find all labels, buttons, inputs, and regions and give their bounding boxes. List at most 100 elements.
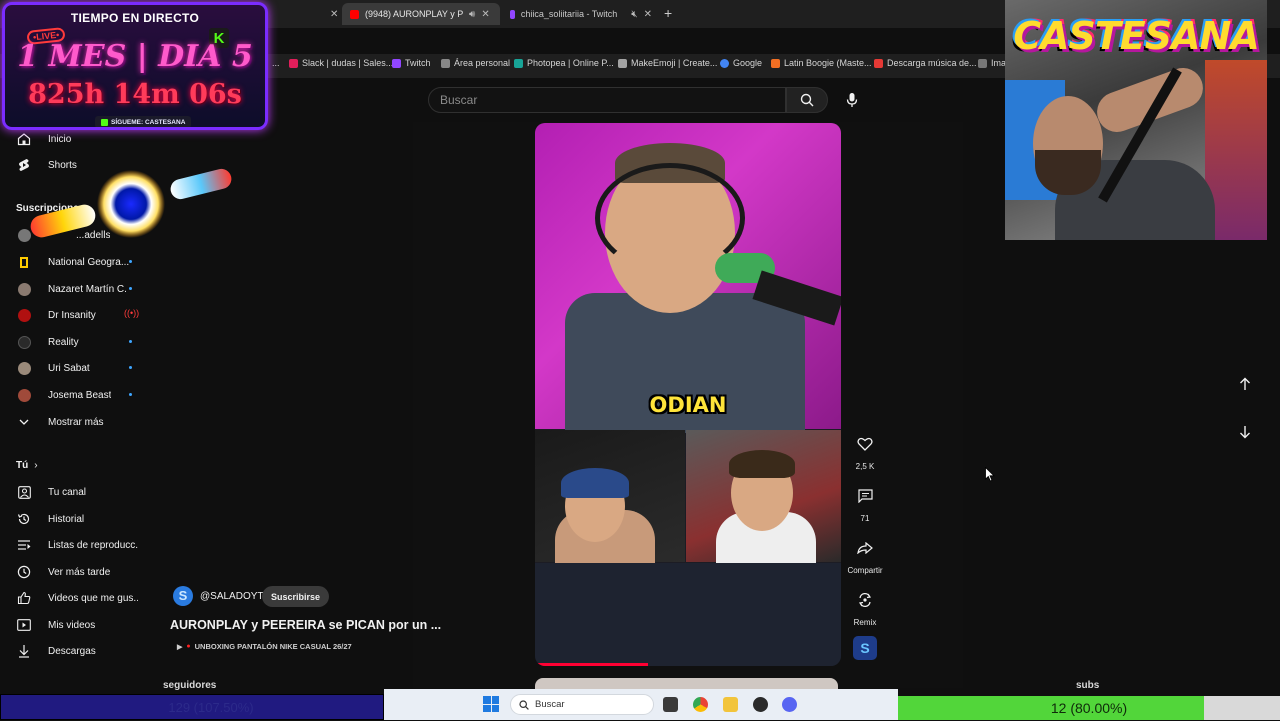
obs-icon[interactable]	[753, 697, 768, 712]
mute-icon[interactable]: 🔇︎	[631, 9, 637, 20]
download-music-icon	[874, 58, 883, 68]
sidebar-item-label: Tu canal	[48, 486, 86, 498]
tab-youtube[interactable]: (9948) AURONPLAY y PEERE 🔊︎ ✕	[342, 3, 500, 25]
like-action: 2,5 K	[846, 429, 884, 471]
discord-icon[interactable]	[782, 697, 797, 712]
avatar	[17, 282, 31, 296]
close-icon[interactable]: ✕	[644, 9, 652, 20]
chrome-icon[interactable]	[693, 697, 708, 712]
short-video-player[interactable]: ODIAN	[535, 123, 841, 666]
home-icon	[17, 132, 31, 146]
avatar	[17, 388, 31, 402]
sidebar-item-label: Descargas	[48, 645, 96, 657]
microphone-icon	[846, 93, 858, 107]
alert-spinner-graphic	[30, 168, 232, 238]
start-button[interactable]	[483, 696, 499, 712]
you-heading-label: Tú	[16, 460, 29, 471]
bookmark-twitch[interactable]: Twitch	[392, 58, 431, 68]
leaf-icon	[441, 58, 450, 68]
like-button[interactable]	[850, 429, 880, 459]
task-view-icon[interactable]	[663, 697, 678, 712]
sidebar-item-ver-mas-tarde[interactable]: Ver más tarde	[0, 560, 150, 584]
comments-button[interactable]	[850, 481, 880, 511]
close-icon[interactable]: ✕	[481, 9, 489, 20]
sidebar-item-national-geographic[interactable]: National Geogra...	[0, 250, 150, 274]
sidebar-item-historial[interactable]: Historial	[0, 507, 150, 531]
sidebar-item-reality[interactable]: Reality	[0, 330, 150, 354]
avatar	[17, 361, 31, 375]
arrow-down-icon	[1240, 426, 1250, 439]
sidebar-item-label: Mis videos	[48, 619, 96, 631]
search-icon	[519, 699, 529, 710]
taskbar-search[interactable]: Buscar	[510, 694, 654, 715]
speaker-icon[interactable]: 🔊︎	[469, 9, 475, 20]
bookmark-photopea[interactable]: Photopea | Online P...	[514, 58, 614, 68]
bookmark-descarga-musica[interactable]: Descarga música de...	[874, 58, 977, 68]
mouse-cursor-icon	[985, 467, 995, 482]
sidebar-item-nazaret[interactable]: Nazaret Martín C.	[0, 277, 150, 301]
new-content-dot	[129, 366, 132, 369]
playlist-label: UNBOXING PANTALÓN NIKE CASUAL 26/27	[194, 642, 352, 651]
voice-search-button[interactable]	[840, 87, 864, 113]
comment-count: 71	[860, 514, 870, 523]
subscribe-button[interactable]: Suscribirse	[262, 586, 330, 607]
you-heading[interactable]: Tú ›	[16, 460, 38, 471]
bookmark-label: Twitch	[405, 58, 431, 68]
bookmark-overflow[interactable]: ...	[272, 58, 280, 68]
heart-icon	[857, 437, 873, 451]
tab-twitch[interactable]: chiica_soliitariia - Twitch 🔇︎ ✕	[502, 3, 660, 25]
sidebar-item-show-more[interactable]: Mostrar más	[0, 410, 150, 434]
sidebar-item-listas[interactable]: Listas de reproducc...	[0, 533, 150, 557]
followers-goal-text: 129 (107.50%)	[168, 700, 254, 715]
sidebar-item-descargas[interactable]: Descargas	[0, 639, 150, 663]
share-button[interactable]	[850, 533, 880, 563]
sidebar-item-label: Mostrar más	[48, 416, 104, 428]
search-input[interactable]	[429, 88, 785, 112]
sidebar-item-videos-me-gustan[interactable]: Videos que me gus...	[0, 586, 150, 610]
sidebar-item-inicio[interactable]: Inicio	[0, 127, 150, 151]
previous-short-button[interactable]	[1233, 372, 1257, 396]
music-icon	[771, 58, 780, 68]
avatar	[17, 308, 31, 322]
short-title[interactable]: AURONPLAY y PEEREIRA se PICAN por un ...	[170, 618, 441, 632]
windows-logo-icon	[483, 696, 491, 704]
video-caption: ODIAN	[649, 393, 727, 417]
new-tab-button[interactable]: +	[664, 5, 672, 21]
video-icon	[17, 618, 31, 632]
twitch-icon	[392, 58, 401, 68]
sidebar-item-label: Videos que me gus...	[48, 592, 138, 604]
subs-goal-bar: 12 (80.00%)	[898, 696, 1280, 720]
tab-previous-close[interactable]: ✕	[272, 3, 346, 25]
bookmark-images[interactable]: Ima	[978, 58, 1006, 68]
playlist-link[interactable]: ▶ ● UNBOXING PANTALÓN NIKE CASUAL 26/27	[177, 642, 352, 651]
subs-goal-label: subs	[1076, 680, 1100, 691]
search-icon	[800, 93, 814, 107]
bookmark-makeemoji[interactable]: MakeEmoji | Create...	[618, 58, 717, 68]
chevron-down-icon	[17, 415, 31, 429]
bookmark-area-personal[interactable]: Área personal	[441, 58, 510, 68]
play-icon: ▶	[177, 643, 183, 651]
channel-name[interactable]: @SALADOYT	[200, 591, 264, 602]
comment-icon	[857, 489, 873, 503]
sidebar-item-label: National Geogra...	[48, 256, 130, 268]
bookmark-google[interactable]: Google	[720, 58, 762, 68]
sidebar-item-josema-beast[interactable]: Josema Beast	[0, 383, 150, 407]
search-button[interactable]	[786, 87, 828, 113]
channel-logo-icon: S	[178, 588, 188, 603]
video-progress-bar[interactable]	[535, 663, 649, 666]
tab-label: chiica_soliitariia - Twitch	[520, 9, 618, 19]
close-icon[interactable]: ✕	[330, 9, 338, 20]
bookmark-label: Descarga música de...	[887, 58, 977, 68]
sidebar-item-dr-insanity[interactable]: Dr Insanity ((•))	[0, 303, 150, 327]
sound-thumbnail[interactable]: S	[853, 636, 877, 660]
sidebar-item-uri-sabat[interactable]: Uri Sabat	[0, 356, 150, 380]
bookmark-latin-boogie[interactable]: Latin Boogie (Maste...	[771, 58, 872, 68]
remix-button[interactable]	[850, 585, 880, 615]
bookmark-slack[interactable]: Slack | dudas | Sales...	[289, 58, 393, 68]
next-short-button[interactable]	[1233, 420, 1257, 444]
sidebar-item-tu-canal[interactable]: Tu canal	[0, 480, 150, 504]
sidebar-item-mis-videos[interactable]: Mis videos	[0, 613, 150, 637]
channel-avatar[interactable]: S	[173, 586, 193, 606]
video-frame-bottom	[535, 563, 841, 666]
file-explorer-icon[interactable]	[723, 697, 738, 712]
